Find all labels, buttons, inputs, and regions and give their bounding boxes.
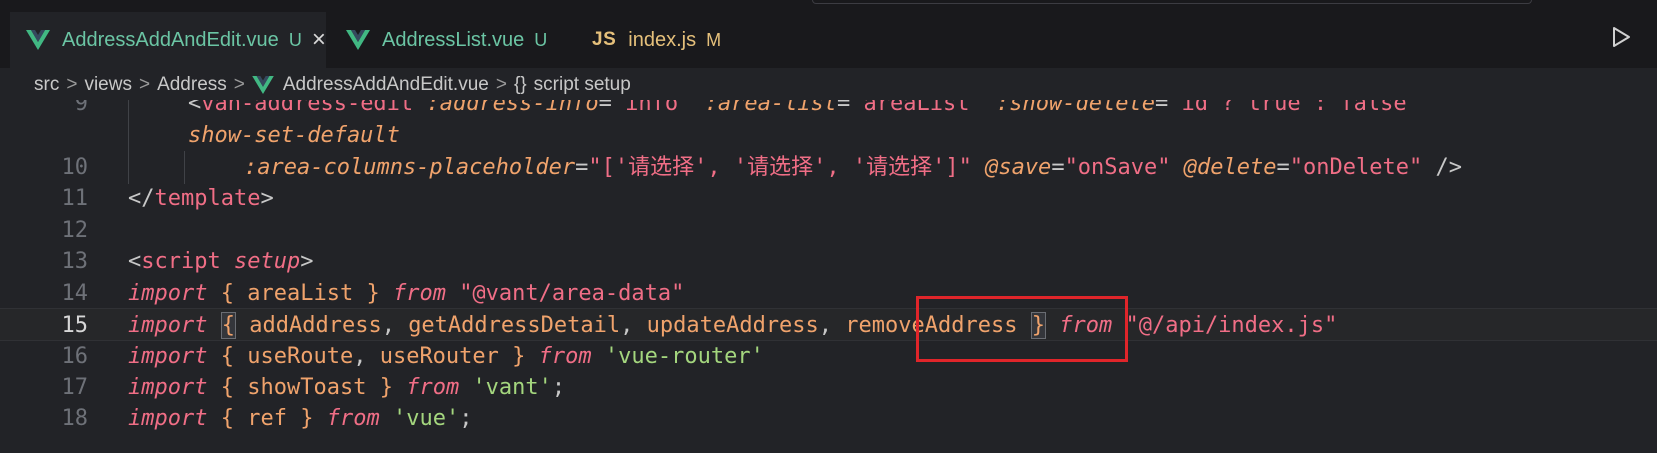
breadcrumb-item-address[interactable]: Address <box>157 74 227 96</box>
code-text: :area-columns-placeholder="['请选择', '请选择'… <box>244 155 1462 180</box>
code-text: show-set-default <box>188 123 400 148</box>
line-number: 9 <box>74 100 88 116</box>
code-text: import { ref } from 'vue'; <box>128 406 473 431</box>
code-text: import { areaList } from "@vant/area-dat… <box>128 281 685 306</box>
line-number: 11 <box>61 186 89 211</box>
code-line[interactable]: 10 :area-columns-placeholder="['请选择', '请选… <box>0 151 1657 184</box>
line-number: 18 <box>61 406 89 431</box>
code-line[interactable]: 18 import { ref } from 'vue'; <box>0 402 1657 435</box>
tab-label: AddressAddAndEdit.vue <box>62 28 279 51</box>
chevron-right-icon: > <box>138 74 151 95</box>
line-number: 17 <box>61 375 89 400</box>
code-line[interactable]: 15 import { addAddress, getAddressDetail,… <box>0 308 1657 341</box>
braces-icon: {} <box>513 74 527 95</box>
tab-address-add-and-edit[interactable]: AddressAddAndEdit.vue U × <box>10 12 326 68</box>
code-line[interactable]: show-set-default <box>0 119 1657 152</box>
editor-tab-bar: AddressAddAndEdit.vue U × AddressList.vu… <box>0 0 1657 68</box>
code-text: import { showToast } from 'vant'; <box>128 375 566 400</box>
code-editor[interactable]: 9 <van-address-edit :address-info="info" … <box>0 100 1657 453</box>
indent-guide <box>184 151 185 184</box>
untracked-badge: U <box>534 29 548 50</box>
line-number: 10 <box>61 155 89 180</box>
js-icon: JS <box>592 29 617 50</box>
code-text: import { addAddress, getAddressDetail, u… <box>128 312 1338 339</box>
indent-guide <box>128 151 129 184</box>
breadcrumb: src > views > Address > AddressAddAndEdi… <box>34 70 631 100</box>
tab-address-list[interactable]: AddressList.vue U <box>326 12 566 68</box>
play-icon[interactable] <box>1611 26 1631 48</box>
untracked-badge: U <box>288 29 302 50</box>
code-line[interactable]: 16 import { useRoute, useRouter } from 'v… <box>0 340 1657 373</box>
code-line[interactable]: 14 import { areaList } from "@vant/area-d… <box>0 277 1657 310</box>
vue-icon <box>26 30 50 50</box>
code-text: </template> <box>128 186 274 211</box>
breadcrumb-item-src[interactable]: src <box>34 74 59 96</box>
code-text: <script setup> <box>128 249 314 274</box>
vue-icon <box>346 30 370 50</box>
code-text: <van-address-edit :address-info="info" :… <box>188 100 1420 116</box>
chevron-right-icon: > <box>233 74 245 95</box>
breadcrumb-item-views[interactable]: views <box>84 74 132 96</box>
line-number: 15 <box>61 313 89 338</box>
breadcrumb-item-symbol[interactable]: script setup <box>534 74 631 96</box>
close-icon[interactable]: × <box>312 28 326 52</box>
code-line[interactable]: 13 <script setup> <box>0 245 1657 278</box>
command-center-edge <box>812 0 1532 4</box>
line-number: 12 <box>61 218 89 243</box>
line-number: 16 <box>61 344 89 369</box>
indent-guide <box>128 119 129 152</box>
line-number: 14 <box>61 281 89 306</box>
code-line[interactable]: 11 </template> <box>0 182 1657 215</box>
modified-badge: M <box>706 29 722 50</box>
code-line[interactable]: 9 <van-address-edit :address-info="info" … <box>0 100 1657 120</box>
line-number: 13 <box>61 249 89 274</box>
chevron-right-icon: > <box>66 74 78 95</box>
tab-label: index.js <box>628 28 697 51</box>
code-text: import { useRoute, useRouter } from 'vue… <box>128 344 764 369</box>
indent-guide <box>128 100 129 120</box>
tab-label: AddressList.vue <box>382 28 525 51</box>
code-line[interactable]: 12 <box>0 214 1657 247</box>
tab-index-js[interactable]: JS index.js M <box>566 12 746 68</box>
breadcrumb-item-file[interactable]: AddressAddAndEdit.vue <box>283 74 489 96</box>
code-line[interactable]: 17 import { showToast } from 'vant'; <box>0 371 1657 404</box>
vue-icon <box>252 76 274 94</box>
chevron-right-icon: > <box>495 74 507 95</box>
